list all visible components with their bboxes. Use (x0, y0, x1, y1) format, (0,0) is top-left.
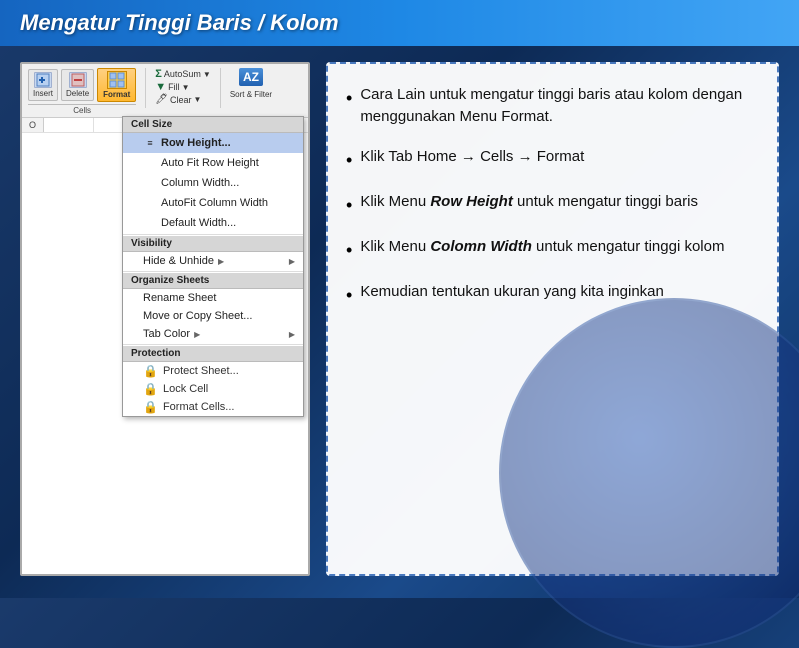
organize-header: Organize Sheets (123, 273, 303, 289)
ribbon-divider-1 (145, 68, 146, 108)
hide-unhide-arrow: ▶ (218, 257, 224, 266)
fill-icon: ▼ (155, 81, 166, 93)
autofit-col-item[interactable]: AutoFit Column Width (123, 193, 303, 213)
hide-unhide-label: Hide & Unhide (143, 255, 214, 267)
bullet-dot-3: • (346, 192, 352, 218)
format-cells-label: Format Cells... (163, 401, 235, 413)
lock-cell-item[interactable]: 🔒 Lock Cell (123, 380, 303, 398)
column-width-icon (143, 176, 157, 190)
lock-cell-label: Lock Cell (163, 383, 208, 395)
sep-1 (123, 234, 303, 235)
column-width-label: Column Width... (161, 177, 239, 189)
tab-color-arrow: ▶ (194, 330, 200, 339)
lock-icon-2: 🔒 (143, 382, 158, 396)
bullet-dot-4: • (346, 237, 352, 263)
autofit-col-label: AutoFit Column Width (161, 197, 268, 209)
ribbon-sort-group: AZ Sort & Filter (230, 68, 272, 99)
sort-filter-label: Sort & Filter (230, 90, 272, 99)
insert-label: Insert (33, 89, 53, 98)
fill-label: Fill (168, 82, 180, 92)
ribbon-edit-items: Σ AutoSum ▼ ▼ Fill ▼ 🖊 Clear ▼ (155, 68, 211, 105)
default-width-icon (143, 216, 157, 230)
autosum-item[interactable]: Σ AutoSum ▼ (155, 68, 211, 80)
ribbon-insert-group: Insert Delete Format C (28, 68, 136, 115)
cells-label: Cells (28, 104, 136, 115)
bullet-item-1: • Cara Lain untuk mengatur tinggi baris … (346, 84, 759, 128)
ribbon: Insert Delete Format C (22, 64, 308, 118)
clear-eraser-icon: 🖊 (155, 94, 168, 105)
tab-color-item[interactable]: Tab Color ▶ (123, 325, 303, 343)
clear-arrow: ▼ (193, 95, 201, 104)
sigma-icon: Σ (155, 68, 162, 80)
autosum-label: AutoSum (164, 69, 201, 79)
delete-icon (69, 72, 87, 88)
bullet-text-4: Klik Menu Colomn Width untuk mengatur ti… (360, 236, 759, 258)
format-dropdown: Cell Size ≡ Row Height... Auto Fit Row H… (122, 116, 304, 417)
lock-icon-3: 🔒 (143, 400, 158, 414)
sep-3 (123, 344, 303, 345)
autofit-row-label: Auto Fit Row Height (161, 157, 259, 169)
excel-panel: Insert Delete Format C (20, 62, 310, 576)
autofit-row-icon (143, 156, 157, 170)
autosum-arrow: ▼ (203, 70, 211, 79)
cell-size-header: Cell Size (123, 117, 303, 133)
row-height-item[interactable]: ≡ Row Height... (123, 133, 303, 153)
rename-sheet-item[interactable]: Rename Sheet (123, 289, 303, 307)
format-cells-item[interactable]: 🔒 Format Cells... (123, 398, 303, 416)
insert-button[interactable]: Insert (28, 69, 58, 101)
clear-label: Clear (170, 95, 192, 105)
format-button[interactable]: Format (97, 68, 136, 102)
column-width-item[interactable]: Column Width... (123, 173, 303, 193)
protect-sheet-item[interactable]: 🔒 Protect Sheet... (123, 362, 303, 380)
row-num: O (22, 118, 44, 132)
move-copy-item[interactable]: Move or Copy Sheet... (123, 307, 303, 325)
visibility-header: Visibility (123, 236, 303, 252)
bullet3-pre: Klik Menu (360, 193, 430, 210)
bullet4-italic: Colomn Width (430, 238, 532, 255)
protect-sheet-label: Protect Sheet... (163, 365, 239, 377)
bullet-text-3: Klik Menu Row Height untuk mengatur ting… (360, 191, 759, 213)
bullet-text-2: Klik Tab Home → Cells → Format (360, 146, 759, 168)
protection-header: Protection (123, 346, 303, 362)
az-icon: AZ (239, 68, 263, 86)
bullet-item-4: • Klik Menu Colomn Width untuk mengatur … (346, 236, 759, 263)
default-width-label: Default Width... (161, 217, 236, 229)
cell-1[interactable] (44, 118, 94, 132)
bullet4-pre: Klik Menu (360, 238, 430, 255)
page-title: Mengatur Tinggi Baris / Kolom (20, 10, 339, 35)
autofit-row-item[interactable]: Auto Fit Row Height (123, 153, 303, 173)
rename-sheet-label: Rename Sheet (143, 292, 216, 304)
hide-unhide-item[interactable]: Hide & Unhide ▶ (123, 252, 303, 270)
clear-item[interactable]: 🖊 Clear ▼ (155, 94, 211, 105)
format-label: Format (103, 90, 130, 99)
title-bar: Mengatur Tinggi Baris / Kolom (0, 0, 799, 46)
insert-icon (34, 72, 52, 88)
bullet-text-1: Cara Lain untuk mengatur tinggi baris at… (360, 84, 759, 128)
ribbon-divider-2 (220, 68, 221, 108)
fill-item[interactable]: ▼ Fill ▼ (155, 81, 211, 93)
bullet-dot-2: • (346, 147, 352, 173)
row-height-icon: ≡ (143, 136, 157, 150)
delete-label: Delete (66, 89, 89, 98)
sep-2 (123, 271, 303, 272)
fill-arrow: ▼ (182, 83, 190, 92)
move-copy-label: Move or Copy Sheet... (143, 310, 252, 322)
bullet-dot-1: • (346, 85, 352, 111)
bullet4-post: untuk mengatur tinggi kolom (532, 238, 725, 255)
row-height-label: Row Height... (161, 137, 231, 149)
bullet3-post: untuk mengatur tinggi baris (513, 193, 698, 210)
delete-button[interactable]: Delete (61, 69, 94, 101)
ribbon-insert-icons: Insert Delete Format (28, 68, 136, 102)
autofit-col-icon (143, 196, 157, 210)
tab-color-label: Tab Color (143, 328, 190, 340)
lock-icon-1: 🔒 (143, 364, 158, 378)
format-icon (107, 71, 127, 89)
bullet-item-3: • Klik Menu Row Height untuk mengatur ti… (346, 191, 759, 218)
bullet3-italic: Row Height (430, 193, 513, 210)
bullet-item-2: • Klik Tab Home → Cells → Format (346, 146, 759, 173)
ribbon-edit-group: Σ AutoSum ▼ ▼ Fill ▼ 🖊 Clear ▼ (155, 68, 211, 105)
bullet-dot-5: • (346, 282, 352, 308)
default-width-item[interactable]: Default Width... (123, 213, 303, 233)
